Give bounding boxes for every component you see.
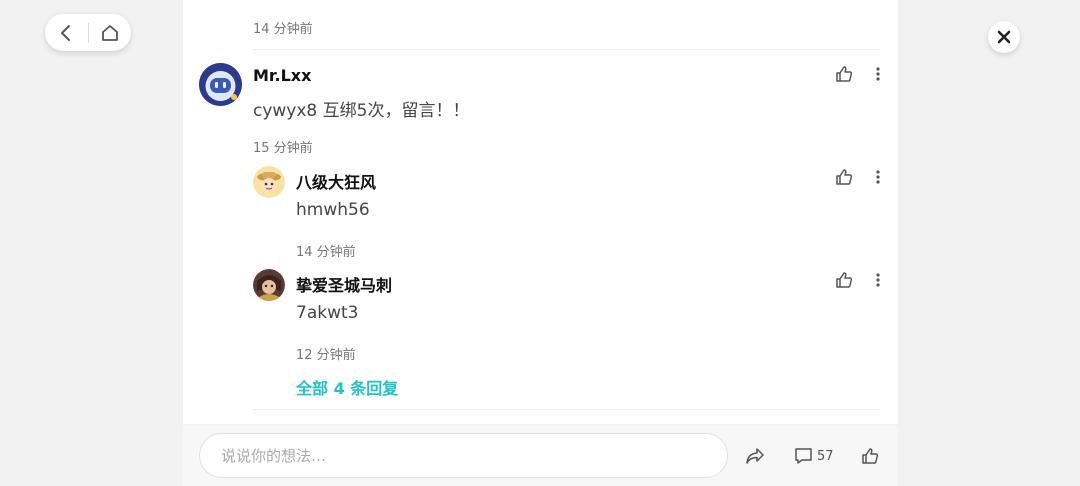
reply-text: 7akwt3 [296,303,359,323]
share-button[interactable] [745,444,765,468]
home-icon [101,24,118,41]
reply-time: 14 分钟前 [296,245,356,260]
comment-panel: 14 分钟前 Mr.Lxx cywyx8 互绑5次，留言！！ 15 分钟前 八级… [183,0,898,424]
robot-avatar-icon [199,63,242,106]
view-all-replies-link[interactable]: 全部 4 条回复 [296,375,398,399]
back-button[interactable] [45,14,88,51]
thread-divider [253,409,880,410]
more-vertical-icon [876,170,880,184]
comment-text: cywyx8 互绑5次，留言！！ [253,101,470,121]
thumbs-up-icon [836,272,853,288]
reply-time: 12 分钟前 [296,348,356,363]
reply-text: hmwh56 [296,200,370,220]
reply-username[interactable]: 八级大狂风 [296,169,376,193]
like-button[interactable] [833,63,855,85]
nav-pill [45,14,131,51]
comment-icon [795,448,812,464]
chevron-left-icon [61,24,71,41]
more-vertical-icon [876,67,880,81]
avatar[interactable] [199,63,242,106]
portrait-avatar-icon [253,269,285,301]
bottom-bar: 57 [183,426,898,486]
comment-divider [253,49,880,50]
more-options-button[interactable] [867,269,889,291]
reply-username[interactable]: 挚爱圣城马刺 [296,272,392,296]
comment-time: 15 分钟前 [253,141,313,156]
comments-button[interactable]: 57 [794,444,834,468]
more-options-button[interactable] [867,63,889,85]
cartoon-avatar-icon [253,166,285,198]
comment-count: 57 [817,448,834,464]
thumbs-up-icon [862,448,879,464]
thumbs-up-icon [836,66,853,82]
more-options-button[interactable] [867,166,889,188]
comment-username[interactable]: Mr.Lxx [253,66,311,85]
like-post-button[interactable] [861,444,879,468]
comment-input[interactable] [199,433,728,478]
previous-comment-time: 14 分钟前 [253,22,313,37]
close-button[interactable] [988,21,1020,53]
home-button[interactable] [88,14,131,51]
avatar[interactable] [253,269,285,301]
thumbs-up-icon [836,169,853,185]
like-button[interactable] [833,269,855,291]
avatar[interactable] [253,166,285,198]
close-icon [997,30,1011,44]
like-button[interactable] [833,166,855,188]
more-vertical-icon [876,273,880,287]
share-icon [746,448,764,464]
